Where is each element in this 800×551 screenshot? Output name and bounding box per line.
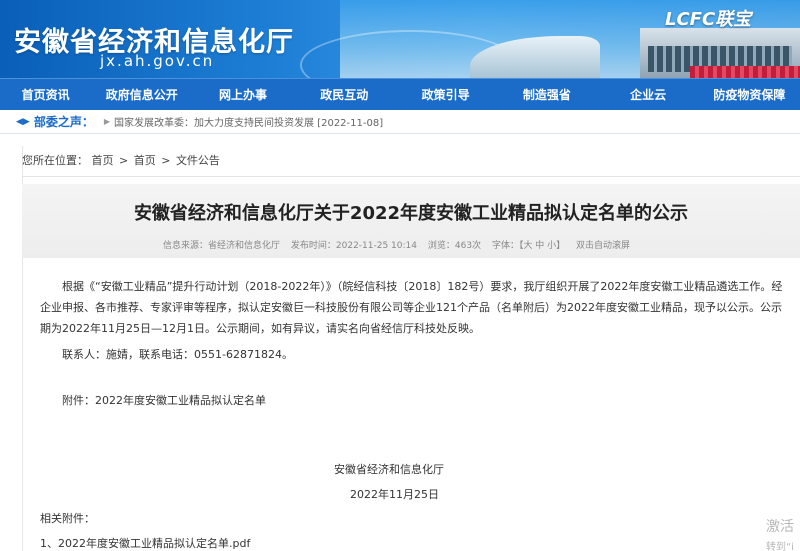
meta-views: 浏览：463次 xyxy=(427,241,482,251)
nav-item-enterprise-cloud[interactable]: 企业云 xyxy=(597,79,698,110)
triangle-right-icon: ▶ xyxy=(103,117,111,126)
divider xyxy=(22,176,800,177)
signature-org: 安徽省经济和信息化厅 xyxy=(334,463,444,476)
autoscroll-hint: 双击自动滚屏 xyxy=(576,241,631,251)
breadcrumb: 您所在位置： 首页 > 首页 > 文件公告 xyxy=(22,152,220,168)
breadcrumb-item-announcements[interactable]: 文件公告 xyxy=(176,154,220,167)
signature-date: 2022年11月25日 xyxy=(350,488,439,501)
article-meta: 信息来源：省经济和信息化厅 发布时间：2022-11-25 10:14 浏览：4… xyxy=(163,238,638,251)
nav-item-epidemic-supplies[interactable]: 防疫物资保障 xyxy=(699,79,800,110)
nav-item-gov-info[interactable]: 政府信息公开 xyxy=(91,79,192,110)
nav-item-policy[interactable]: 政策引导 xyxy=(395,79,496,110)
nav-item-online-service[interactable]: 网上办事 xyxy=(192,79,293,110)
attachment-pdf-link[interactable]: 1、2022年度安徽工业精品拟认定名单.pdf xyxy=(40,535,250,551)
nav-item-manufacturing[interactable]: 制造强省 xyxy=(496,79,597,110)
meta-source: 信息来源：省经济和信息化厅 xyxy=(163,241,281,251)
notice-label: 部委之声： xyxy=(33,115,94,129)
activation-watermark-sub: 转到“i xyxy=(766,542,794,551)
main-nav: 首页资讯 政府信息公开 网上办事 政民互动 政策引导 制造强省 企业云 防疫物资… xyxy=(0,78,800,110)
notice-bar: ◀▶ 部委之声： ▶ 国家发展改革委：加大力度支持民间投资发展 [2022-11… xyxy=(0,110,800,134)
related-attachments-label: 相关附件： xyxy=(40,512,95,525)
nav-item-interaction[interactable]: 政民互动 xyxy=(294,79,395,110)
breadcrumb-separator: > xyxy=(119,154,129,167)
banner-flowers xyxy=(690,66,800,78)
breadcrumb-item-home[interactable]: 首页 xyxy=(92,154,114,167)
breadcrumb-separator: > xyxy=(161,154,171,167)
article-title: 安徽省经济和信息化厅关于2022年度安徽工业精品拟认定名单的公示 xyxy=(133,203,689,224)
banner-logo-text: LCFC联宝 xyxy=(665,9,752,30)
double-arrow-icon: ◀▶ xyxy=(16,116,30,127)
site-banner: 安徽省经济和信息化厅 jx.ah.gov.cn LCFC联宝 xyxy=(0,0,800,78)
notice-link[interactable]: 国家发展改革委：加大力度支持民间投资发展 [2022-11-08] xyxy=(114,114,383,129)
article-paragraph: 根据《“安徽工业精品”提升行动计划（2018-2022年）》（皖经信科技〔201… xyxy=(40,280,783,335)
font-size-switcher[interactable]: 字体：【大 中 小】 xyxy=(492,241,565,251)
breadcrumb-item-home-2[interactable]: 首页 xyxy=(134,154,156,167)
breadcrumb-prefix: 您所在位置： xyxy=(22,154,88,167)
article-contact: 联系人：施婧，联系电话：0551-62871824。 xyxy=(62,348,293,361)
meta-published: 发布时间：2022-11-25 10:14 xyxy=(290,241,417,251)
nav-item-home[interactable]: 首页资讯 xyxy=(0,79,91,110)
article-attachment-note: 附件：2022年度安徽工业精品拟认定名单 xyxy=(62,394,266,407)
activation-watermark: 激活 xyxy=(766,519,794,535)
site-url: jx.ah.gov.cn xyxy=(100,52,215,70)
